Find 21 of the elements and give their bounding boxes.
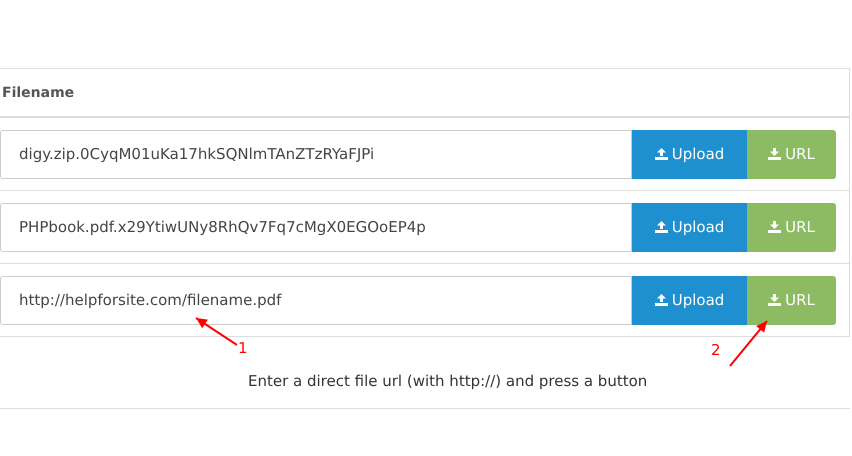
upload-icon xyxy=(654,148,668,160)
filename-field[interactable]: http://helpforsite.com/filename.pdf xyxy=(0,276,632,324)
upload-button[interactable]: Upload xyxy=(632,276,747,324)
download-icon xyxy=(768,148,782,160)
annotation-arrow xyxy=(729,320,768,367)
url-button[interactable]: URL xyxy=(747,202,836,252)
filename-field[interactable]: digy.zip.0CyqM01uKa17hkSQNlmTAnZTzRYaFJPi xyxy=(0,130,632,178)
url-button[interactable]: URL xyxy=(747,130,836,178)
url-button[interactable]: URL xyxy=(747,276,836,324)
instruction-text: Enter a direct file url (with http://) and press a button xyxy=(248,372,648,390)
annotation-number: 1 xyxy=(238,341,248,356)
upload-button[interactable]: Upload xyxy=(632,202,747,252)
upload-icon xyxy=(654,221,668,233)
download-icon xyxy=(768,221,782,233)
upload-button[interactable]: Upload xyxy=(632,130,747,178)
annotation-number: 2 xyxy=(711,343,721,358)
download-icon xyxy=(768,294,782,306)
filename-field[interactable]: PHPbook.pdf.x29YtiwUNy8RhQv7Fq7cMgX0EGOoEP4p xyxy=(0,202,632,252)
annotation-arrow xyxy=(195,317,238,346)
upload-icon xyxy=(654,294,668,306)
column-header: Filename xyxy=(1,84,74,100)
